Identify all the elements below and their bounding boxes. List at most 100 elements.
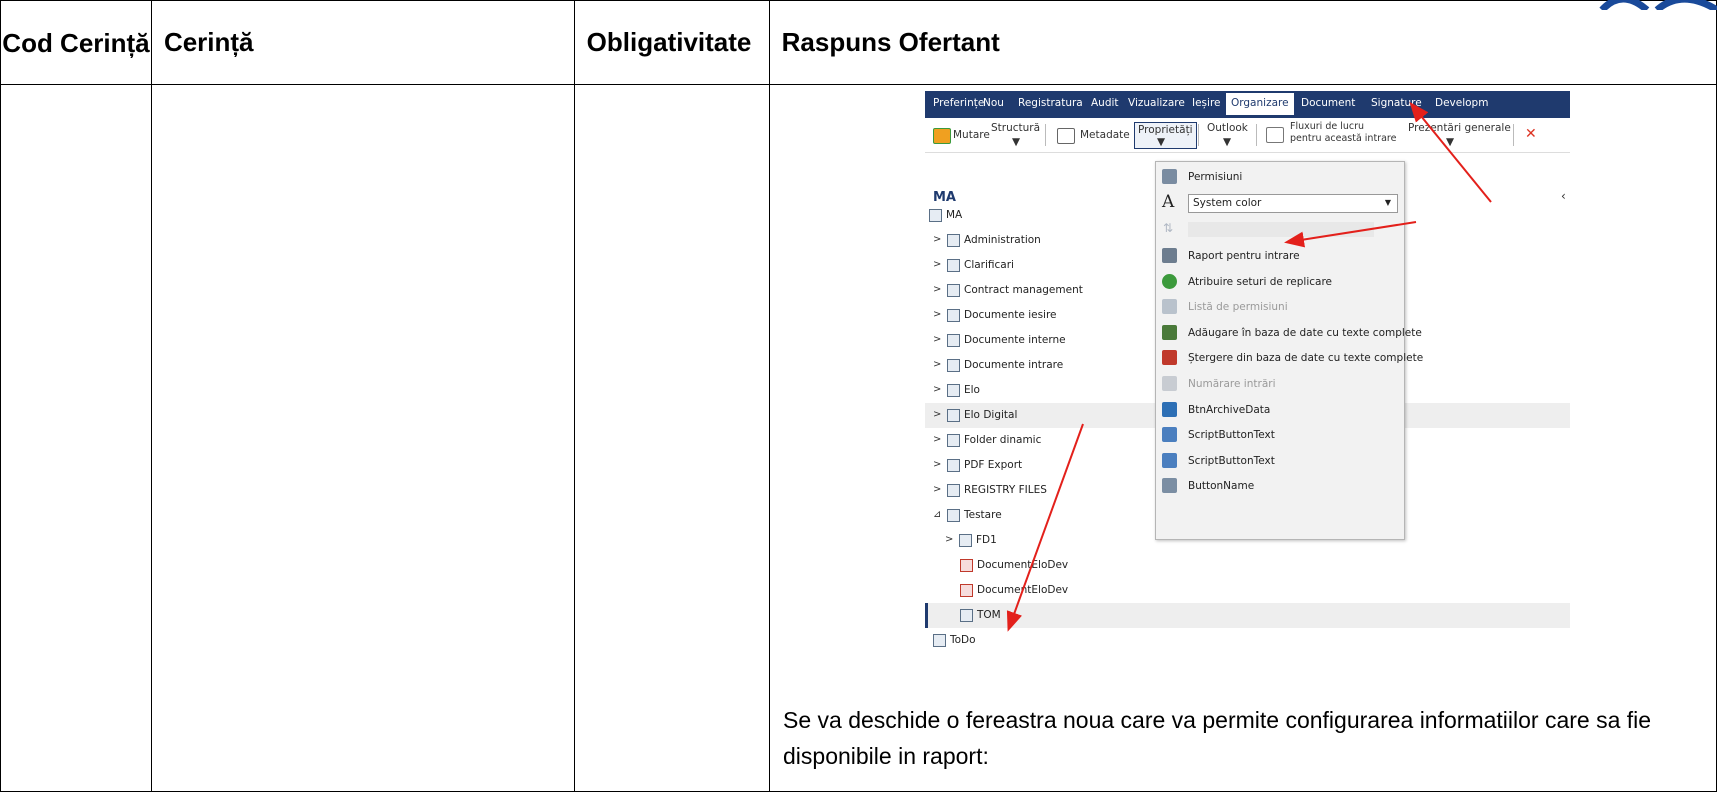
folder-icon (947, 509, 960, 522)
header-raspuns-ofertant: Raspuns Ofertant (768, 0, 1717, 85)
collapse-icon[interactable]: ‹ (1561, 189, 1566, 203)
ctx-item-icon (1162, 376, 1177, 391)
menu-bar: Preferințe Nou Registratura Audit Vizual… (925, 91, 1570, 118)
tree-chevron-icon[interactable]: > (933, 359, 941, 370)
system-color-select[interactable]: System color ▼ (1188, 194, 1398, 213)
tree-chevron-icon[interactable]: > (933, 334, 941, 345)
mutare-button[interactable]: Mutare (953, 129, 990, 141)
folder-icon (929, 209, 942, 222)
outlook-button[interactable]: Outlook (1207, 122, 1248, 134)
proprietati-button[interactable]: Proprietăți (1134, 122, 1197, 149)
ctx-menu-item[interactable]: Ștergere din baza de date cu texte compl… (1156, 345, 1423, 371)
ctx-menu-item[interactable]: Raport pentru intrare (1156, 243, 1404, 269)
selection-bar (925, 603, 928, 628)
ctx-item-icon (1162, 401, 1177, 417)
header-row: Cod Cerință Cerință Obligativitate Raspu… (0, 0, 1717, 85)
tree-item-label: Elo (964, 384, 980, 396)
close-icon[interactable]: ✕ (1525, 126, 1537, 142)
tree-item[interactable]: DocumentEloDev (925, 578, 1570, 603)
metadate-button[interactable]: Metadate (1080, 129, 1130, 141)
ctx-item-label: Atribuire seturi de replicare (1188, 275, 1333, 288)
logo-fragment (1599, 0, 1717, 10)
tree-item-label: ToDo (950, 634, 976, 646)
tree-item-label: Folder dinamic (964, 434, 1042, 446)
menu-organizare[interactable]: Organizare (1226, 93, 1294, 115)
ctx-item-icon (1162, 350, 1177, 366)
tree-chevron-icon[interactable]: > (933, 284, 941, 295)
tree-item-label: Documente interne (964, 334, 1066, 346)
tree-chevron-icon[interactable]: > (933, 234, 941, 245)
tree-item-label: DocumentEloDev (977, 559, 1069, 571)
folder-icon (947, 234, 960, 247)
tree-chevron-icon[interactable]: > (933, 434, 941, 445)
ctx-item-icon (1162, 273, 1177, 289)
ctx-menu-item[interactable]: Atribuire seturi de replicare (1156, 269, 1404, 295)
menu-document[interactable]: Document (1301, 97, 1355, 109)
ctx-menu-item[interactable]: ScriptButtonText (1156, 422, 1404, 448)
tree-item-label: PDF Export (964, 459, 1023, 471)
ctx-menu-item[interactable]: BtnArchiveData (1156, 397, 1404, 423)
tree-item-label: FD1 (976, 534, 997, 546)
document-icon (960, 559, 973, 572)
cell-cod (0, 84, 152, 792)
menu-nou[interactable]: Nou (983, 97, 1004, 109)
ctx-item-label: Numărare intrări (1188, 378, 1276, 390)
tree-chevron-icon[interactable]: > (933, 384, 941, 395)
tree-chevron-icon[interactable]: > (933, 259, 941, 270)
ctx-item-label: Adăugare în baza de date cu texte comple… (1188, 326, 1422, 339)
ctx-item-icon (1162, 478, 1177, 494)
menu-vizualizare[interactable]: Vizualizare (1128, 97, 1185, 109)
folder-icon (947, 434, 960, 447)
tree-item[interactable]: DocumentEloDev (925, 553, 1570, 578)
tree-item-label: DocumentEloDev (977, 584, 1069, 596)
tree-item[interactable]: ToDo (925, 628, 1570, 653)
ctx-item-icon (1162, 248, 1177, 263)
tree-chevron-icon[interactable]: > (933, 484, 941, 495)
tree-item-label: Administration (964, 234, 1041, 246)
ctx-item-label: Listă de permisiuni (1188, 301, 1288, 314)
outlook-dropdown-icon: ▼ (1223, 136, 1232, 148)
tree-item-label: Documente intrare (964, 359, 1064, 371)
ctx-item-label: ScriptButtonText (1188, 429, 1275, 442)
header-cerinta: Cerință (150, 0, 575, 85)
tree-item-label: Testare (964, 509, 1002, 521)
structura-button[interactable]: Structură (991, 122, 1040, 134)
properties-context-menu: Permisiuni A System color ▼ ⇅ Raport pen… (1155, 161, 1423, 540)
folder-icon (947, 384, 960, 397)
ctx-item-icon (1162, 427, 1177, 443)
ctx-menu-item[interactable]: ScriptButtonText (1156, 448, 1404, 474)
tree-chevron-icon[interactable]: > (933, 409, 941, 420)
tree-chevron-icon[interactable]: ⊿ (933, 509, 941, 520)
header-cod-cerinta: Cod Cerință (0, 0, 152, 85)
ctx-menu-item[interactable]: ButtonName (1156, 473, 1404, 499)
separator (1256, 124, 1257, 146)
ctx-menu-item: Numărare intrări (1156, 371, 1404, 397)
ctx-menu-item[interactable]: Adăugare în baza de date cu texte comple… (1156, 320, 1422, 346)
tree-chevron-icon[interactable]: > (945, 534, 953, 545)
cell-cerinta (150, 84, 575, 792)
tree-item-label: TOM (977, 609, 1001, 621)
prezentari-button[interactable]: Prezentări generale (1408, 122, 1511, 134)
tree-chevron-icon[interactable]: > (933, 309, 941, 320)
document-icon (960, 584, 973, 597)
ctx-sort-disabled: ⇅ (1156, 217, 1404, 243)
tree-item-label: Elo Digital (964, 409, 1018, 421)
folder-icon (947, 309, 960, 322)
menu-registratura[interactable]: Registratura (1018, 97, 1083, 109)
menu-signature[interactable]: Signature (1371, 97, 1422, 109)
tree-chevron-icon[interactable]: > (933, 459, 941, 470)
separator (1045, 124, 1046, 146)
fluxuri-line2[interactable]: pentru această intrare (1290, 133, 1396, 144)
cell-obligativitate (573, 84, 770, 792)
menu-preferinte[interactable]: Preferințe (933, 97, 984, 109)
menu-audit[interactable]: Audit (1091, 97, 1119, 109)
chevron-down-icon: ▼ (1384, 198, 1391, 207)
ctx-permisiuni[interactable]: Permisiuni (1156, 164, 1404, 190)
tree-item[interactable]: TOM (925, 603, 1570, 628)
menu-iesire[interactable]: Ieșire (1192, 97, 1221, 109)
folder-icon (933, 634, 946, 647)
fluxuri-line1[interactable]: Fluxuri de lucru (1290, 121, 1364, 132)
body-paragraph: Se va deschide o fereastra noua care va … (783, 707, 1652, 769)
menu-developm[interactable]: Developm (1435, 97, 1488, 109)
ctx-item-label: ScriptButtonText (1188, 454, 1275, 467)
